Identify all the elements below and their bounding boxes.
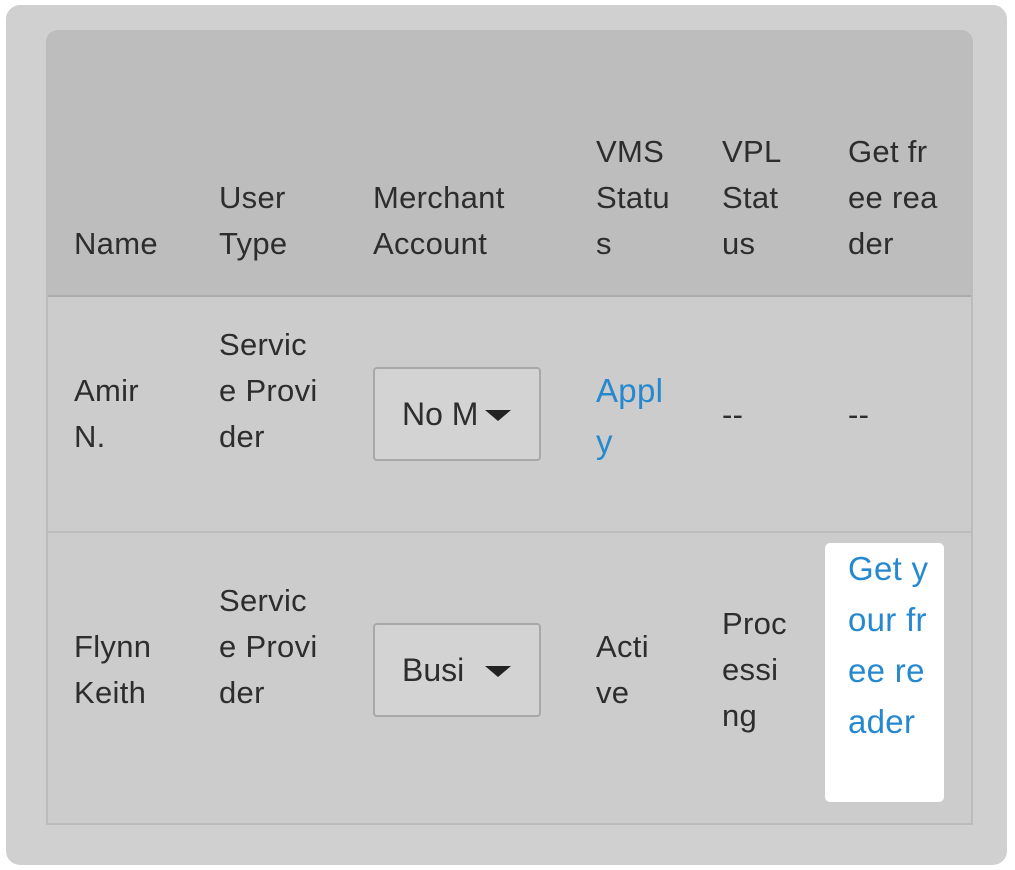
row-vms-status: Active — [596, 629, 649, 710]
header-vpl-status: VPL Status — [722, 134, 781, 261]
header-merchant-account: Merchant Account — [373, 180, 505, 261]
caret-down-icon — [485, 410, 511, 421]
apply-link[interactable]: Apply — [596, 365, 671, 467]
header-name: Name — [74, 226, 158, 261]
row-name: Amir N. — [74, 373, 139, 454]
row-name: Flynn Keith — [74, 629, 152, 710]
header-user-type: User Type — [219, 180, 288, 261]
get-free-reader-link[interactable]: Get your free reader — [848, 543, 930, 747]
screenshot-frame: Name User Type Merchant Account VMS Stat… — [6, 5, 1007, 865]
row-user-type: Service Provider — [219, 583, 318, 710]
header-get-free-reader: Get free reader — [848, 134, 938, 261]
row-vpl-status: Processing — [722, 606, 787, 733]
merchant-account-select[interactable]: No M — [373, 367, 541, 461]
merchant-account-select[interactable]: Busi — [373, 623, 541, 717]
table-row: Flynn Keith Service Provider Busi Active… — [48, 533, 971, 823]
row-get-free-reader: -- — [848, 397, 870, 432]
header-vms-status: VMS Status — [596, 134, 670, 261]
row-vpl-status: -- — [722, 397, 744, 432]
table-row: Amir N. Service Provider No M Apply -- -… — [48, 297, 971, 533]
row-user-type: Service Provider — [219, 327, 318, 454]
users-table: Name User Type Merchant Account VMS Stat… — [46, 30, 973, 825]
caret-down-icon — [485, 666, 511, 677]
merchant-account-value: Busi — [402, 652, 465, 688]
table-header: Name User Type Merchant Account VMS Stat… — [48, 32, 971, 297]
merchant-account-value: No M — [402, 396, 477, 432]
